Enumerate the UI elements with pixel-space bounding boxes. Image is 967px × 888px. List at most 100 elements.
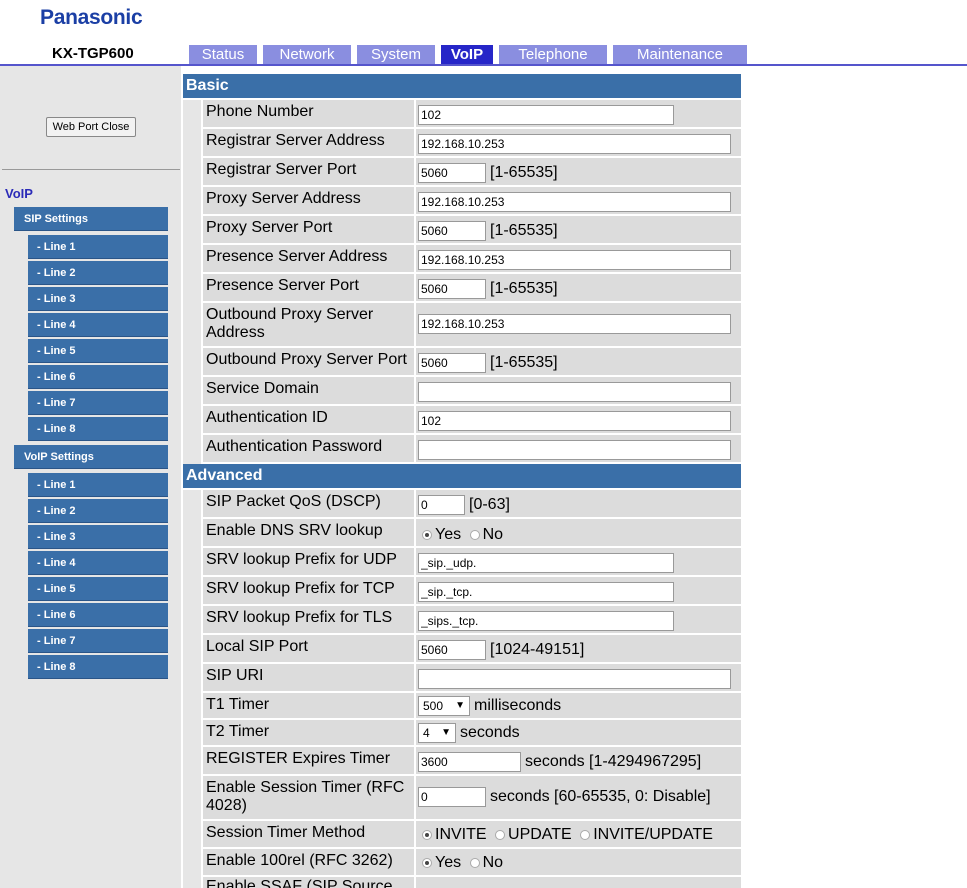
- t1-timer-select[interactable]: 500 ▼: [418, 696, 470, 716]
- main-tabs: Status Network System VoIP Telephone Mai…: [189, 45, 753, 64]
- field-label: SRV lookup Prefix for UDP: [203, 548, 414, 575]
- outbound-port-input[interactable]: [418, 353, 486, 373]
- srv-tcp-input[interactable]: [418, 582, 674, 602]
- auth-password-input[interactable]: [418, 440, 731, 460]
- sidebar-voip-line-2[interactable]: - Line 2: [28, 499, 168, 523]
- row-outbound-port: Outbound Proxy Server Port [1-65535]: [183, 348, 741, 377]
- tab-network[interactable]: Network: [263, 45, 351, 64]
- phone-number-input[interactable]: [418, 105, 674, 125]
- field-label: SIP Packet QoS (DSCP): [203, 490, 414, 517]
- tab-telephone[interactable]: Telephone: [499, 45, 607, 64]
- sidebar-voip-line-7[interactable]: - Line 7: [28, 629, 168, 653]
- sidebar-sip-settings[interactable]: SIP Settings: [14, 207, 168, 231]
- range-hint: [1-65535]: [490, 164, 558, 181]
- field-label: Outbound Proxy Server Address: [203, 303, 414, 346]
- sip-qos-input[interactable]: [418, 495, 465, 515]
- sidebar-sip-line-4[interactable]: - Line 4: [28, 313, 168, 337]
- service-domain-input[interactable]: [418, 382, 731, 402]
- field-label: Authentication ID: [203, 406, 414, 433]
- t2-timer-select[interactable]: 4 ▼: [418, 723, 456, 743]
- local-sip-port-input[interactable]: [418, 640, 486, 660]
- select-value: 500: [423, 699, 444, 713]
- field-label: SIP URI: [203, 664, 414, 691]
- sidebar-sip-line-7[interactable]: - Line 7: [28, 391, 168, 415]
- presence-address-input[interactable]: [418, 250, 731, 270]
- radio-label: UPDATE: [508, 826, 572, 843]
- field-label: SRV lookup Prefix for TCP: [203, 577, 414, 604]
- row-presence-port: Presence Server Port [1-65535]: [183, 274, 741, 303]
- proxy-address-input[interactable]: [418, 192, 731, 212]
- tab-status[interactable]: Status: [189, 45, 257, 64]
- sidebar-voip-line-8[interactable]: - Line 8: [28, 655, 168, 679]
- dns-srv-yes-radio[interactable]: [422, 530, 432, 540]
- sidebar-sip-line-1[interactable]: - Line 1: [28, 235, 168, 259]
- sidebar-sip-line-2[interactable]: - Line 2: [28, 261, 168, 285]
- sidebar-voip-line-5[interactable]: - Line 5: [28, 577, 168, 601]
- field-label: Enable DNS SRV lookup: [203, 519, 414, 546]
- row-t2-timer: T2 Timer 4 ▼ seconds: [183, 720, 741, 747]
- row-sip-uri: SIP URI: [183, 664, 741, 693]
- method-invite-update-radio[interactable]: [580, 830, 591, 840]
- select-value: 4: [423, 726, 430, 740]
- row-session-timer: Enable Session Timer (RFC 4028) seconds …: [183, 776, 741, 821]
- registrar-address-input[interactable]: [418, 134, 731, 154]
- sidebar-sip-line-8[interactable]: - Line 8: [28, 417, 168, 441]
- sidebar-sip-line-3[interactable]: - Line 3: [28, 287, 168, 311]
- field-label: Proxy Server Address: [203, 187, 414, 214]
- radio-label: Yes: [435, 526, 462, 543]
- rel100-yes-radio[interactable]: [422, 858, 432, 868]
- sidebar-heading: VoIP: [5, 186, 33, 201]
- row-sip-qos: SIP Packet QoS (DSCP) [0-63]: [183, 490, 741, 519]
- field-label: Service Domain: [203, 377, 414, 404]
- presence-port-input[interactable]: [418, 279, 486, 299]
- tab-voip[interactable]: VoIP: [441, 45, 493, 64]
- row-srv-tls: SRV lookup Prefix for TLS: [183, 606, 741, 635]
- radio-label: INVITE: [435, 826, 487, 843]
- srv-tls-input[interactable]: [418, 611, 674, 631]
- dns-srv-no-radio[interactable]: [469, 530, 480, 540]
- sidebar-voip-line-6[interactable]: - Line 6: [28, 603, 168, 627]
- section-basic: Basic: [183, 74, 741, 98]
- method-invite-radio[interactable]: [422, 830, 432, 840]
- field-label: REGISTER Expires Timer: [203, 747, 414, 774]
- sidebar-voip-settings[interactable]: VoIP Settings: [14, 445, 168, 469]
- row-srv-udp: SRV lookup Prefix for UDP: [183, 548, 741, 577]
- brand-logo: Panasonic: [40, 6, 143, 29]
- row-presence-address: Presence Server Address: [183, 245, 741, 274]
- field-label: Registrar Server Address: [203, 129, 414, 156]
- sidebar-sip-line-5[interactable]: - Line 5: [28, 339, 168, 363]
- sidebar-voip-line-1[interactable]: - Line 1: [28, 473, 168, 497]
- srv-udp-input[interactable]: [418, 553, 674, 573]
- radio-label: Yes: [435, 854, 462, 871]
- session-timer-input[interactable]: [418, 787, 486, 807]
- proxy-port-input[interactable]: [418, 221, 486, 241]
- field-label: Authentication Password: [203, 435, 414, 462]
- sidebar-voip-line-4[interactable]: - Line 4: [28, 551, 168, 575]
- tab-system[interactable]: System: [357, 45, 435, 64]
- field-label: Phone Number: [203, 100, 414, 127]
- row-auth-id: Authentication ID: [183, 406, 741, 435]
- row-dns-srv: Enable DNS SRV lookup Yes No: [183, 519, 741, 548]
- method-update-radio[interactable]: [495, 830, 506, 840]
- row-phone-number: Phone Number: [183, 100, 741, 129]
- outbound-address-input[interactable]: [418, 314, 731, 334]
- range-hint: [1-65535]: [490, 354, 558, 371]
- sidebar-voip-line-3[interactable]: - Line 3: [28, 525, 168, 549]
- field-label: Enable SSAF (SIP Source: [203, 877, 414, 888]
- radio-label: No: [482, 854, 504, 871]
- field-label: Enable Session Timer (RFC 4028): [203, 776, 414, 819]
- register-expires-input[interactable]: [418, 752, 521, 772]
- chevron-down-icon: ▼: [455, 700, 465, 711]
- auth-id-input[interactable]: [418, 411, 731, 431]
- row-registrar-address: Registrar Server Address: [183, 129, 741, 158]
- sip-uri-input[interactable]: [418, 669, 731, 689]
- tab-maintenance[interactable]: Maintenance: [613, 45, 747, 64]
- sidebar-sip-line-6[interactable]: - Line 6: [28, 365, 168, 389]
- row-local-sip-port: Local SIP Port [1024-49151]: [183, 635, 741, 664]
- range-hint: [1024-49151]: [490, 641, 585, 658]
- unit-label: milliseconds: [474, 697, 562, 714]
- rel100-no-radio[interactable]: [469, 858, 480, 868]
- field-label: Local SIP Port: [203, 635, 414, 662]
- web-port-close-button[interactable]: Web Port Close: [46, 117, 136, 137]
- registrar-port-input[interactable]: [418, 163, 486, 183]
